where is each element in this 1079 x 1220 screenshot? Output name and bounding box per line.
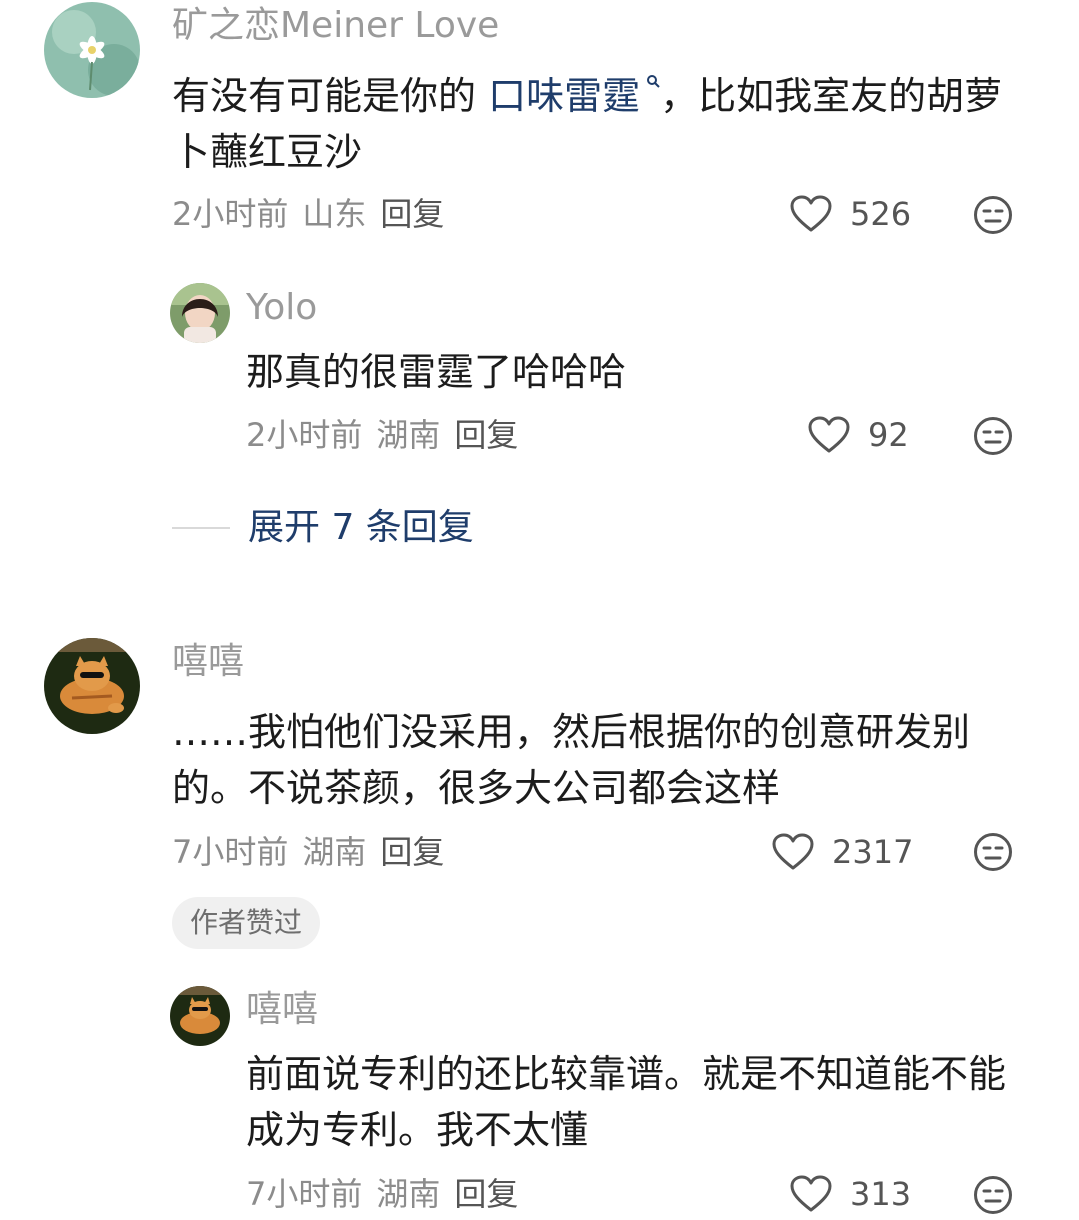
heart-outline-icon [772,833,814,870]
heart-outline-icon [790,195,832,232]
comment-location: 山东 [302,195,367,233]
comment-username[interactable]: 嘻嘻 [172,638,244,686]
neutral-face-icon [974,417,1012,455]
comment-username[interactable]: 矿之恋Meiner Love [172,2,499,50]
reply-location: 湖南 [376,416,441,454]
search-icon[interactable] [646,74,660,88]
reply-button[interactable]: 回复 [380,833,444,871]
search-keyword-text[interactable]: 口味雷霆 [488,74,640,118]
reply-content: 前面说专利的还比较靠谱。就是不知道能不能成为专利。我不太懂 [246,1052,1007,1152]
reply-meta: 2小时前 湖南 回复 [246,413,532,457]
comment-time: 7小时前 [172,833,289,871]
comment-time: 2小时前 [172,195,289,233]
reply-meta: 7小时前 湖南 回复 [246,1172,532,1216]
reply-time: 7小时前 [246,1175,363,1213]
dislike-button[interactable] [973,416,1013,456]
reply-username[interactable]: 嘻嘻 [246,986,318,1034]
like-button[interactable]: 526 [790,192,911,236]
comment-list: 矿之恋Meiner Love 有没有可能是你的 口味雷霆 ，比如我室友的胡萝卜蘸红… [0,0,1079,1220]
reply-content: 那真的很雷霆了哈哈哈 [246,350,627,394]
reply-location: 湖南 [376,1175,441,1213]
like-count: 2317 [832,833,914,871]
avatar[interactable] [44,638,140,734]
like-button[interactable]: 313 [790,1172,911,1216]
avatar[interactable] [170,283,230,343]
like-count: 92 [868,416,909,454]
divider [172,527,230,529]
dislike-button[interactable] [973,832,1013,872]
comment-meta: 2小时前 山东 回复 [172,192,458,236]
avatar[interactable] [44,2,140,98]
like-count: 526 [850,195,912,233]
reply-time: 2小时前 [246,416,363,454]
comment-content: ……我怕他们没采用，然后根据你的创意研发别的。不说茶颜，很多大公司都会这样 [172,710,971,810]
dislike-button[interactable] [973,1175,1013,1215]
reply-button[interactable]: 回复 [454,1175,518,1213]
heart-outline-icon [790,1175,832,1212]
like-count: 313 [850,1175,912,1213]
like-button[interactable]: 2317 [772,830,913,874]
like-button[interactable]: 92 [808,413,909,457]
search-keyword-link[interactable]: 口味雷霆 [488,74,660,118]
neutral-face-icon [974,196,1012,234]
reply-button[interactable]: 回复 [380,195,444,233]
comment-location: 湖南 [302,833,367,871]
reply-button[interactable]: 回复 [454,416,518,454]
avatar[interactable] [170,986,230,1046]
reply-username[interactable]: Yolo [246,284,317,332]
heart-outline-icon [808,416,850,453]
author-liked-badge: 作者赞过 [172,897,321,949]
comment-meta: 7小时前 湖南 回复 [172,830,458,874]
comment-content-prefix: 有没有可能是你的 [172,74,477,118]
dislike-button[interactable] [973,195,1013,235]
expand-replies-label[interactable]: 展开 7 条回复 [248,504,474,552]
comment-content: 有没有可能是你的 口味雷霆 ，比如我室友的胡萝卜蘸红豆沙 [172,68,1032,180]
expand-replies-button[interactable]: 展开 7 条回复 [172,504,474,552]
neutral-face-icon [974,1176,1012,1214]
neutral-face-icon [974,833,1012,871]
